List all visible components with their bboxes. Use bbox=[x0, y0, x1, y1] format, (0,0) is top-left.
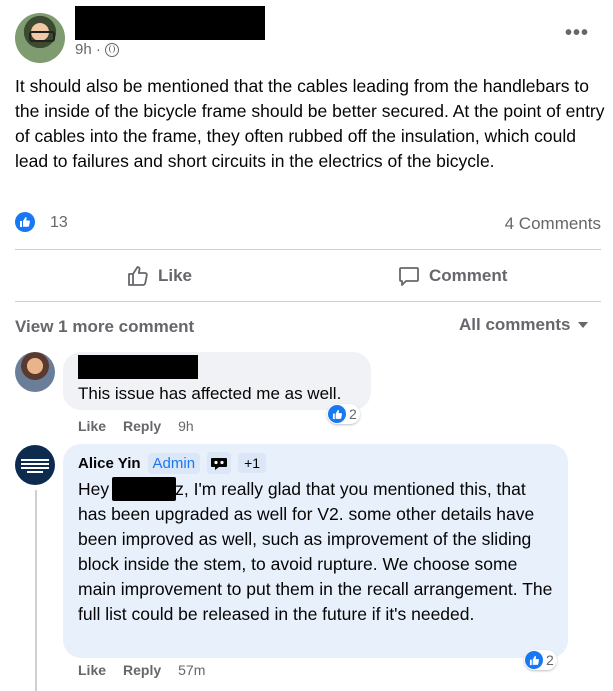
comment-like-button[interactable]: Like bbox=[78, 418, 106, 434]
comment-label: Comment bbox=[429, 266, 508, 285]
admin-badge[interactable]: Admin bbox=[147, 452, 201, 474]
thread-line bbox=[35, 490, 37, 691]
comment-reaction-count: 2 bbox=[349, 406, 357, 422]
like-label: Like bbox=[158, 266, 193, 285]
post-timestamp[interactable]: 9h · bbox=[75, 41, 119, 58]
like-reaction-icon[interactable] bbox=[15, 212, 35, 232]
comment-header: Alice Yin Admin +1 bbox=[78, 452, 267, 474]
post-author-avatar[interactable] bbox=[15, 13, 65, 63]
comment-author-name[interactable]: Da ch bbox=[78, 355, 198, 379]
comment-author-name[interactable]: Alice Yin bbox=[78, 455, 141, 472]
badge-icon[interactable] bbox=[207, 452, 232, 474]
comment-reply-button[interactable]: Reply bbox=[123, 662, 161, 678]
more-badges-count[interactable]: +1 bbox=[238, 453, 267, 473]
view-more-comments-link[interactable]: View 1 more comment bbox=[15, 317, 194, 337]
comment-timestamp[interactable]: 57m bbox=[178, 662, 205, 678]
more-options-button[interactable]: ••• bbox=[565, 22, 589, 45]
chevron-down-icon bbox=[578, 322, 589, 328]
comment-reply-button[interactable]: Reply bbox=[123, 418, 161, 434]
comment-icon bbox=[399, 267, 419, 286]
post-author-name[interactable]: M bbox=[75, 6, 265, 40]
like-reaction-icon bbox=[328, 405, 346, 423]
comment-reactions[interactable]: 2 bbox=[327, 404, 360, 424]
post-body: It should also be mentioned that the cab… bbox=[15, 76, 605, 171]
comment-reactions[interactable]: 2 bbox=[524, 650, 557, 670]
reaction-count[interactable]: 13 bbox=[50, 214, 68, 232]
admin-avatar[interactable] bbox=[15, 445, 55, 485]
redacted-mention bbox=[112, 477, 176, 501]
comment-actions: Like Reply 57m bbox=[78, 662, 205, 678]
divider bbox=[15, 249, 601, 250]
like-reaction-icon bbox=[525, 651, 543, 669]
comment-actions: Like Reply 9h bbox=[78, 418, 194, 434]
comment-like-button[interactable]: Like bbox=[78, 662, 106, 678]
divider bbox=[15, 301, 601, 302]
comment-timestamp[interactable]: 9h bbox=[178, 418, 194, 434]
like-button[interactable]: Like bbox=[126, 262, 192, 290]
reactions-summary: 13 4 Comments bbox=[15, 210, 601, 240]
comment-text-start: Hey bbox=[78, 479, 110, 499]
thumbs-up-icon bbox=[128, 266, 148, 286]
comment-reaction-count: 2 bbox=[546, 652, 554, 668]
comment-sort-dropdown[interactable]: All comments bbox=[459, 315, 589, 335]
audience-icon bbox=[104, 42, 119, 57]
post-time-text: 9h · bbox=[75, 41, 101, 58]
sort-label: All comments bbox=[459, 315, 571, 334]
comment-text: This issue has affected me as well. bbox=[78, 384, 342, 403]
comment-author-avatar[interactable] bbox=[15, 352, 55, 392]
comments-count-link[interactable]: 4 Comments bbox=[505, 214, 601, 234]
comment-button[interactable]: Comment bbox=[397, 262, 507, 290]
